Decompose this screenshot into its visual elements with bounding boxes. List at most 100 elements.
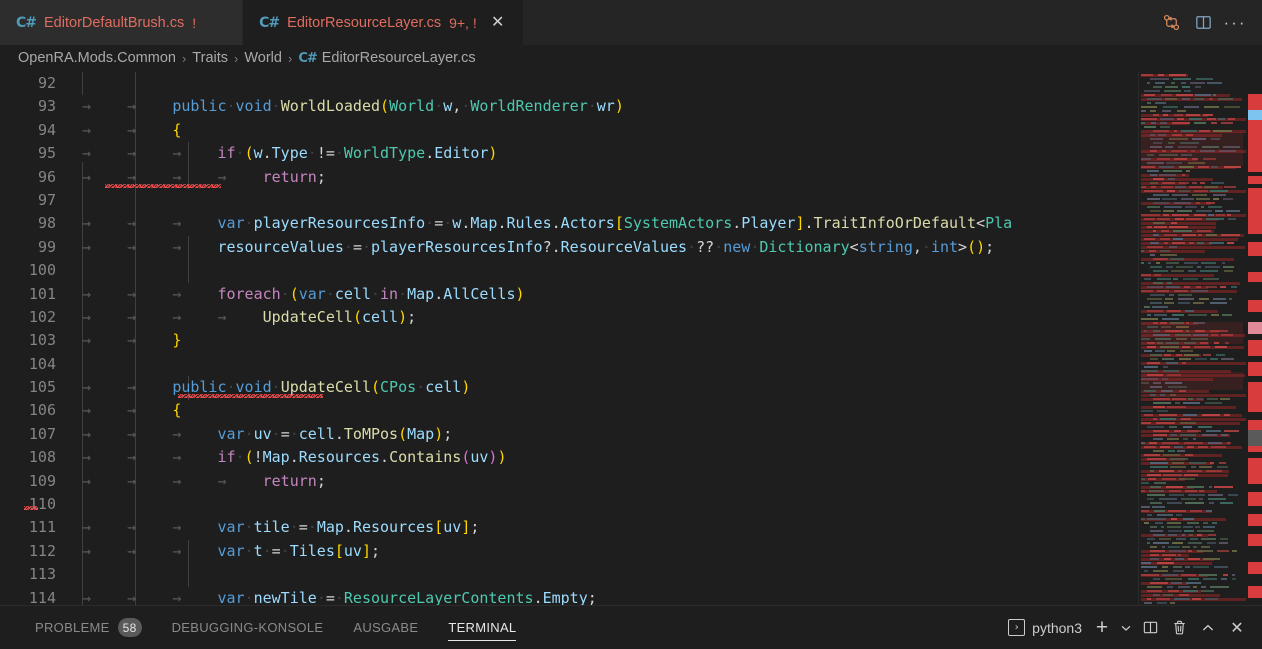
kill-terminal-icon[interactable] xyxy=(1166,615,1192,641)
minimap-code-row xyxy=(1211,314,1220,316)
panel-tab-ausgabe[interactable]: AUSGABE xyxy=(338,606,433,649)
breadcrumb-item-world[interactable]: World xyxy=(244,50,282,66)
minimap-code-row xyxy=(1169,294,1174,296)
minimap-code-row xyxy=(1155,102,1167,104)
minimap-code-row xyxy=(1144,126,1156,128)
minimap-code-row xyxy=(1153,402,1171,404)
minimap-code-row xyxy=(1161,186,1174,188)
minimap-code-row xyxy=(1144,90,1161,92)
minimap-code-row xyxy=(1160,122,1168,124)
minimap-code-row xyxy=(1220,502,1234,504)
breadcrumb-item-traits[interactable]: Traits xyxy=(192,50,228,66)
panel-tab-debugging-konsole[interactable]: DEBUGGING-KONSOLE xyxy=(157,606,339,649)
new-terminal-icon[interactable]: + xyxy=(1089,615,1115,641)
minimap-code-row xyxy=(1201,538,1216,540)
split-terminal-icon[interactable] xyxy=(1137,615,1163,641)
minimap-code-row xyxy=(1163,170,1182,172)
code-viewport[interactable]: 92 93 → → public·void·WorldLoaded(World·… xyxy=(0,72,1138,605)
minimap-error-row xyxy=(1141,290,1238,293)
minimap-code-row xyxy=(1147,246,1164,248)
minimap-code-row xyxy=(1153,270,1168,272)
minimap-code-row xyxy=(1197,426,1213,428)
minimap-code-row xyxy=(1169,490,1181,492)
error-squiggle xyxy=(24,506,38,511)
code-line: 114 → → → var·newTile·=·ResourceLayerCon… xyxy=(0,587,1138,605)
minimap-code-row xyxy=(1199,298,1210,300)
minimap-code-row xyxy=(1178,586,1191,588)
minimap-code-row xyxy=(1150,582,1168,584)
breadcrumb-item-namespace[interactable]: OpenRA.Mods.Common xyxy=(18,50,176,66)
minimap-code-row xyxy=(1147,206,1160,208)
minimap-code-row xyxy=(1194,526,1201,528)
minimap-code-row xyxy=(1150,182,1158,184)
minimap-code-row xyxy=(1159,394,1166,396)
split-editor-icon[interactable] xyxy=(1188,8,1218,38)
minimap-code-row xyxy=(1147,426,1165,428)
minimap-code-row xyxy=(1183,262,1199,264)
minimap-code-row xyxy=(1141,290,1154,292)
minimap-code-row xyxy=(1150,266,1163,268)
minimap-code-row xyxy=(1164,206,1182,208)
minimap-code-row xyxy=(1180,350,1194,352)
minimap-code-row xyxy=(1144,570,1149,572)
minimap-code-row xyxy=(1150,502,1163,504)
panel-tab-terminal[interactable]: TERMINAL xyxy=(433,606,531,649)
minimap-code-row xyxy=(1227,442,1231,444)
panel-actions: › python3 + ✕ xyxy=(1004,606,1262,649)
minimap-code-row xyxy=(1147,314,1151,316)
minimap-code-row xyxy=(1157,74,1165,76)
minimap-code-row xyxy=(1150,470,1154,472)
minimap-code-row xyxy=(1150,358,1158,360)
compare-changes-icon[interactable] xyxy=(1156,8,1186,38)
minimap-code-row xyxy=(1141,122,1146,124)
chevron-right-icon: › xyxy=(181,50,187,66)
minimap-code-row xyxy=(1153,202,1169,204)
maximize-panel-icon[interactable] xyxy=(1195,615,1221,641)
terminal-selector[interactable]: › python3 xyxy=(1004,619,1086,636)
minimap-code-row xyxy=(1201,434,1217,436)
minimap-code-row xyxy=(1175,186,1187,188)
minimap-code-row xyxy=(1141,478,1145,480)
minimap-code-row xyxy=(1199,182,1206,184)
minimap-error-row xyxy=(1141,274,1215,277)
scrollbar-error-marker xyxy=(1248,534,1262,546)
minimap-code-row xyxy=(1181,418,1191,420)
line-number: 103 xyxy=(28,331,56,350)
terminal-dropdown-icon[interactable] xyxy=(1118,615,1134,641)
code-line: 98 → → → var·playerResourcesInfo·=·w.Map… xyxy=(0,212,1138,235)
csharp-file-icon: C# xyxy=(298,50,317,66)
scrollbar-error-marker xyxy=(1248,322,1262,334)
minimap-code-row xyxy=(1217,98,1234,100)
minimap[interactable] xyxy=(1138,72,1248,605)
minimap-code-row xyxy=(1221,262,1225,264)
close-panel-icon[interactable]: ✕ xyxy=(1224,615,1250,641)
minimap-code-row xyxy=(1197,166,1210,168)
more-actions-icon[interactable]: ··· xyxy=(1220,8,1250,38)
minimap-code-row xyxy=(1149,250,1157,252)
editor-tab-EditorResourceLayer[interactable]: C# EditorResourceLayer.cs 9+, ! ✕ xyxy=(243,0,524,45)
minimap-code-row xyxy=(1153,178,1165,180)
csharp-file-icon: C# xyxy=(259,14,280,31)
minimap-code-row xyxy=(1216,354,1226,356)
minimap-code-row xyxy=(1218,542,1229,544)
panel-tab-probleme[interactable]: PROBLEME 58 xyxy=(20,606,157,649)
minimap-code-row xyxy=(1208,486,1213,488)
minimap-code-row xyxy=(1147,590,1162,592)
minimap-code-row xyxy=(1164,578,1183,580)
minimap-code-row xyxy=(1199,574,1218,576)
minimap-code-row xyxy=(1169,602,1176,604)
breadcrumb-item-file[interactable]: EditorResourceLayer.cs xyxy=(322,50,476,66)
minimap-code-row xyxy=(1174,430,1182,432)
minimap-code-row xyxy=(1210,182,1224,184)
close-icon[interactable]: ✕ xyxy=(489,14,507,32)
source-code: 92 93 → → public·void·WorldLoaded(World·… xyxy=(0,72,1138,605)
minimap-code-row xyxy=(1202,558,1220,560)
line-number: 95 xyxy=(37,144,56,163)
minimap-code-row xyxy=(1208,494,1224,496)
editor-scrollbar[interactable] xyxy=(1248,72,1262,605)
minimap-code-row xyxy=(1176,538,1186,540)
minimap-code-row xyxy=(1188,118,1202,120)
editor-tab-label: EditorDefaultBrush.cs xyxy=(44,14,185,31)
editor-tab-EditorDefaultBrush[interactable]: C# EditorDefaultBrush.cs ! ✕ xyxy=(0,0,244,45)
scrollbar-thumb[interactable] xyxy=(1248,430,1262,446)
